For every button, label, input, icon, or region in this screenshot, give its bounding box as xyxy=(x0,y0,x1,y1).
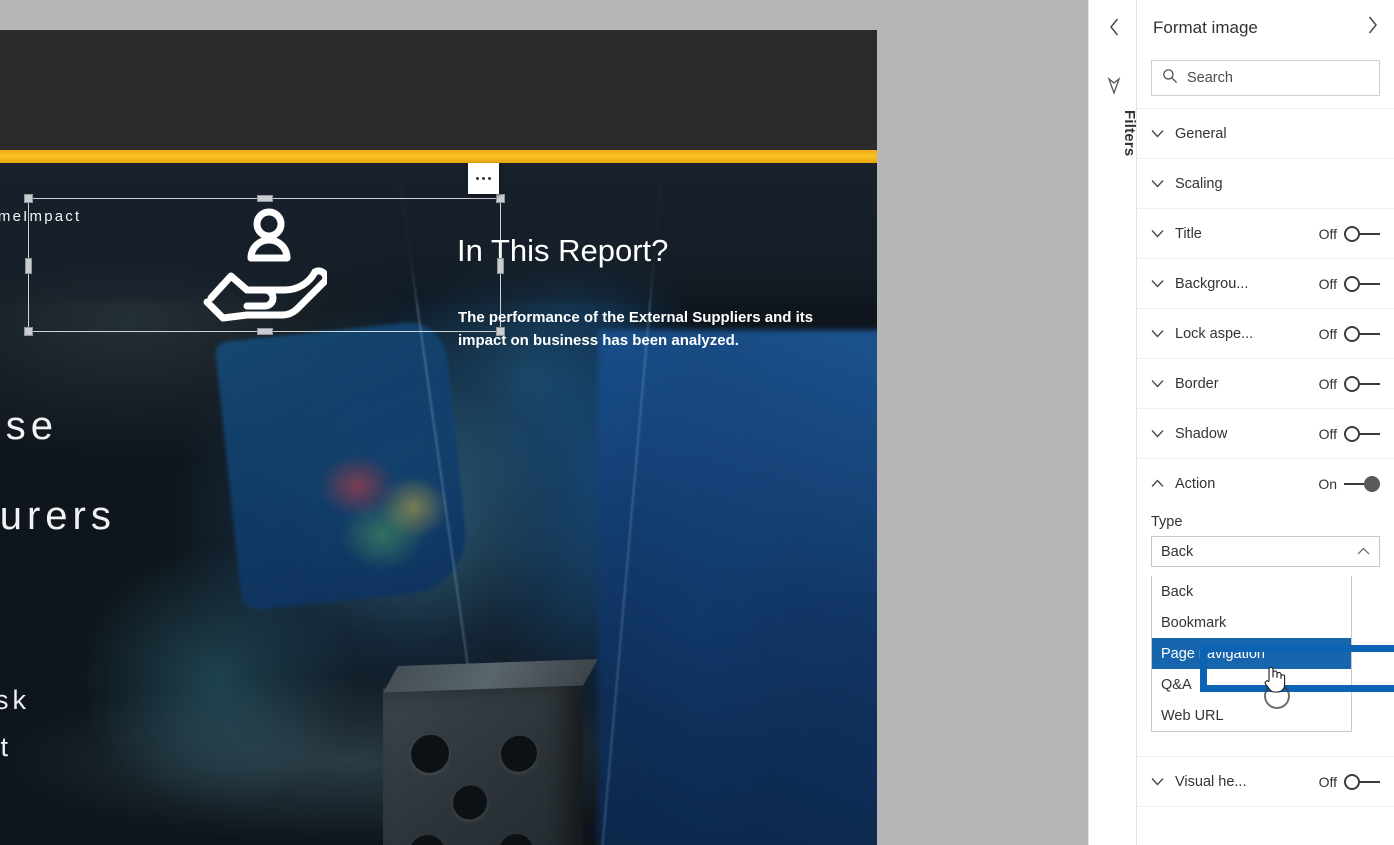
report-big-line-4: ment xyxy=(0,732,13,762)
section-title[interactable]: Title Off xyxy=(1137,208,1394,258)
section-action[interactable]: Action On xyxy=(1137,458,1394,508)
report-subtitle: The performance of the External Supplier… xyxy=(458,309,814,349)
toggle-state-label: Off xyxy=(1318,225,1337,242)
section-label: Shadow xyxy=(1175,425,1228,442)
search-icon xyxy=(1162,68,1178,89)
power-bi-report-editor: E D N AChallenge # 10 timeImpact In This… xyxy=(0,0,1394,845)
visual-selection-rectangle[interactable] xyxy=(24,194,505,336)
chevron-down-icon xyxy=(1151,379,1169,388)
option-back[interactable]: Back xyxy=(1152,576,1351,607)
chevron-down-icon xyxy=(1151,179,1169,188)
search-placeholder: Search xyxy=(1187,70,1233,86)
toggle-state-label: Off xyxy=(1318,773,1337,790)
resize-handle-bottom-center[interactable] xyxy=(257,328,273,335)
section-label: Action xyxy=(1175,475,1216,492)
section-scaling[interactable]: Scaling xyxy=(1137,158,1394,208)
background-toggle[interactable] xyxy=(1344,275,1380,292)
section-label: Lock aspe... xyxy=(1175,325,1254,342)
action-type-value: Back xyxy=(1161,543,1194,560)
toggle-state-label: On xyxy=(1318,475,1337,492)
section-shadow[interactable]: Shadow Off xyxy=(1137,408,1394,458)
format-image-pane: Format image Search General Scaling Titl… xyxy=(1137,0,1394,845)
section-label: Visual he... xyxy=(1175,773,1247,790)
report-page[interactable]: E D N AChallenge # 10 timeImpact In This… xyxy=(0,30,877,845)
section-label: Scaling xyxy=(1175,175,1223,192)
resize-handle-middle-left[interactable] xyxy=(25,258,32,274)
section-label: General xyxy=(1175,125,1227,142)
option-qna[interactable]: Q&A xyxy=(1152,669,1351,700)
collapse-filters-pane-button[interactable] xyxy=(1103,15,1125,39)
section-label: Title xyxy=(1175,225,1202,242)
pane-divider xyxy=(1137,806,1394,807)
chevron-down-icon xyxy=(1151,279,1169,288)
resize-handle-bottom-right[interactable] xyxy=(496,327,505,336)
more-options-button[interactable] xyxy=(468,163,499,194)
resize-handle-top-center[interactable] xyxy=(257,195,273,202)
action-type-dropdown[interactable]: Back xyxy=(1151,536,1380,567)
chevron-up-icon xyxy=(1357,543,1370,561)
resize-handle-top-right[interactable] xyxy=(496,194,505,203)
report-big-line-1: rprise xyxy=(0,404,59,448)
chevron-down-icon xyxy=(1151,429,1169,438)
chevron-up-icon xyxy=(1151,479,1169,488)
border-toggle[interactable] xyxy=(1344,375,1380,392)
toggle-container: Off xyxy=(1318,773,1380,790)
option-bookmark[interactable]: Bookmark xyxy=(1152,607,1351,638)
toggle-state-label: Off xyxy=(1318,275,1337,292)
section-background[interactable]: Backgrou... Off xyxy=(1137,258,1394,308)
chevron-down-icon xyxy=(1151,777,1169,786)
lock-aspect-toggle[interactable] xyxy=(1344,325,1380,342)
toggle-container: Off xyxy=(1318,275,1380,292)
toggle-container: Off xyxy=(1318,375,1380,392)
toggle-container: Off xyxy=(1318,325,1380,342)
option-web-url[interactable]: Web URL xyxy=(1152,700,1351,731)
action-toggle[interactable] xyxy=(1344,475,1380,492)
ellipsis-dot xyxy=(482,177,485,180)
filters-rail: Filters xyxy=(1088,0,1138,845)
option-page-navigation[interactable]: Page navigation xyxy=(1152,638,1351,669)
page-title: Format image xyxy=(1153,18,1258,37)
action-type-option-list: Back Bookmark Page navigation Q&A Web UR… xyxy=(1151,576,1352,732)
format-pane-header: Format image xyxy=(1137,0,1394,56)
visual-header-toggle[interactable] xyxy=(1344,773,1380,790)
filters-pane-label[interactable]: Filters xyxy=(1089,110,1138,156)
section-lock-aspect[interactable]: Lock aspe... Off xyxy=(1137,308,1394,358)
toggle-container: Off xyxy=(1318,225,1380,242)
toggle-state-label: Off xyxy=(1318,375,1337,392)
type-field-label: Type xyxy=(1151,514,1183,530)
toggle-container: Off xyxy=(1318,425,1380,442)
metal-block xyxy=(383,681,583,845)
ellipsis-dot xyxy=(476,177,479,180)
toggle-state-label: Off xyxy=(1318,325,1337,342)
report-big-line-3: er Risk xyxy=(0,685,31,715)
resize-handle-bottom-left[interactable] xyxy=(24,327,33,336)
chevron-down-icon xyxy=(1151,129,1169,138)
report-big-line-2: ufacturers xyxy=(0,494,116,538)
report-header-band xyxy=(0,30,877,150)
action-settings-body: Type Back Back Bookmark Page navigation … xyxy=(1137,508,1394,732)
title-toggle[interactable] xyxy=(1344,225,1380,242)
section-border[interactable]: Border Off xyxy=(1137,358,1394,408)
ellipsis-dot xyxy=(488,177,491,180)
section-visual-header[interactable]: Visual he... Off xyxy=(1137,756,1394,806)
resize-handle-middle-right[interactable] xyxy=(497,258,504,274)
expand-pane-button[interactable] xyxy=(1367,16,1378,39)
section-label: Border xyxy=(1175,375,1219,392)
section-general[interactable]: General xyxy=(1137,108,1394,158)
toggle-state-label: Off xyxy=(1318,425,1337,442)
chevron-down-icon xyxy=(1151,229,1169,238)
resize-handle-top-left[interactable] xyxy=(24,194,33,203)
shadow-toggle[interactable] xyxy=(1344,425,1380,442)
search-container: Search xyxy=(1137,56,1394,108)
section-label: Backgrou... xyxy=(1175,275,1249,292)
toggle-container: On xyxy=(1318,475,1380,492)
chevron-down-icon xyxy=(1151,329,1169,338)
filter-funnel-icon xyxy=(1103,76,1123,101)
gold-accent-bar xyxy=(0,150,877,163)
search-input[interactable]: Search xyxy=(1151,60,1380,96)
report-canvas-area: E D N AChallenge # 10 timeImpact In This… xyxy=(0,0,1088,845)
